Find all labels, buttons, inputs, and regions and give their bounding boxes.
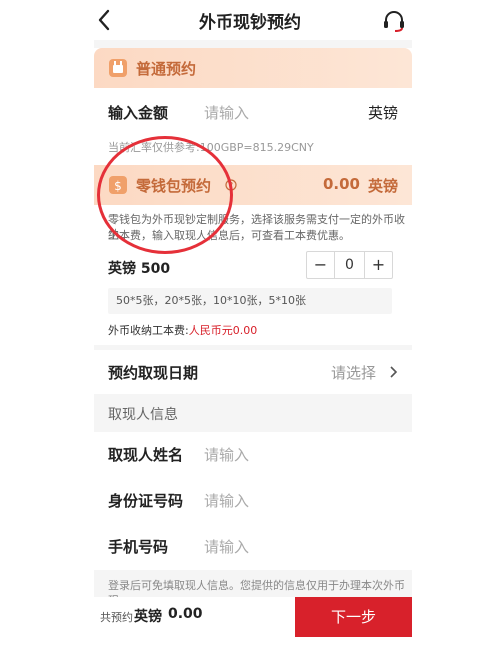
phone-row[interactable]: 手机号码 请输入 — [94, 524, 412, 570]
fee-row: 外币收纳工本费:人民币元0.00 — [108, 322, 257, 338]
change-total: 0.00 — [322, 175, 360, 193]
normal-booking-header: 普通预约 — [94, 48, 412, 88]
top-nav: 外币现钞预约 — [0, 0, 500, 40]
change-currency: 英镑 — [367, 177, 398, 195]
customer-service-icon[interactable] — [381, 8, 407, 34]
id-input[interactable]: 请输入 — [204, 490, 249, 511]
quantity-value[interactable]: 0 — [335, 252, 364, 278]
id-label: 身份证号码 — [108, 492, 184, 510]
normal-booking-title: 普通预约 — [136, 60, 197, 78]
phone-input[interactable]: 请输入 — [204, 536, 249, 557]
next-step-button[interactable]: 下一步 — [295, 597, 412, 637]
content-panel: 普通预约 输入金额 请输入 英镑 当前汇率仅供参考:100GBP=815.29C… — [94, 40, 412, 607]
amount-label: 输入金额 — [108, 104, 169, 122]
fee-value: 人民币元0.00 — [188, 324, 258, 337]
page-title: 外币现钞预约 — [199, 13, 301, 33]
total-amount: 0.00 — [168, 606, 203, 622]
quantity-stepper: − 0 + — [306, 251, 393, 279]
phone-label: 手机号码 — [108, 538, 169, 556]
total-currency: 英镑 — [134, 609, 162, 625]
denomination-info: 50*5张，20*5张，10*10张，5*10张 — [108, 288, 392, 314]
calendar-icon — [109, 59, 127, 77]
total-prefix: 共预约 — [100, 611, 133, 624]
person-section-title: 取现人信息 — [108, 407, 178, 423]
fee-label: 外币收纳工本费: — [108, 324, 189, 337]
name-input[interactable]: 请输入 — [204, 444, 249, 465]
pickup-date-select[interactable]: 请选择 — [331, 362, 376, 383]
package-label: 英镑 500 — [108, 261, 171, 277]
red-highlight-circle — [97, 136, 233, 254]
pickup-date-label: 预约取现日期 — [108, 364, 199, 382]
minus-button[interactable]: − — [307, 252, 335, 278]
amount-input-row[interactable]: 输入金额 请输入 英镑 — [94, 90, 412, 134]
amount-currency[interactable]: 英镑 — [368, 102, 398, 123]
chevron-right-icon — [390, 366, 398, 378]
amount-input[interactable]: 请输入 — [204, 102, 249, 123]
id-row[interactable]: 身份证号码 请输入 — [94, 478, 412, 524]
name-label: 取现人姓名 — [108, 446, 184, 464]
pickup-date-row[interactable]: 预约取现日期 请选择 — [94, 350, 412, 394]
bottom-bar: 共预约 英镑 0.00 下一步 — [94, 597, 412, 637]
name-row[interactable]: 取现人姓名 请输入 — [94, 432, 412, 478]
plus-button[interactable]: + — [364, 252, 392, 278]
